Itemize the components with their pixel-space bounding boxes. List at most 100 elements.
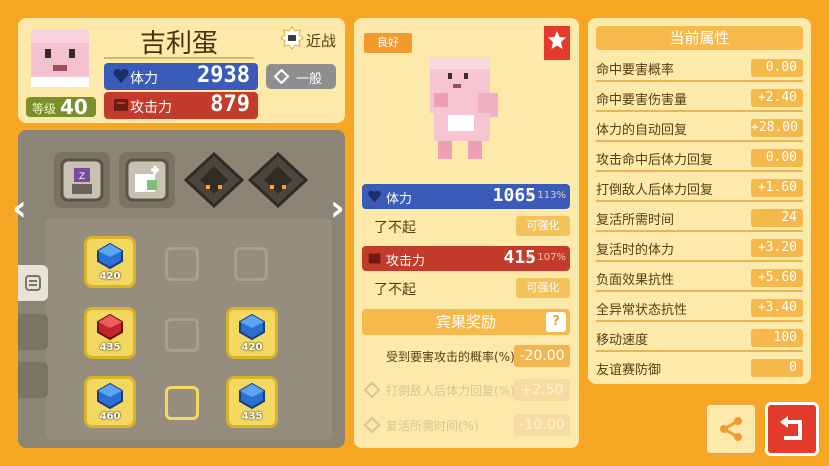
- attribute-row: 移动速度 100: [596, 326, 803, 352]
- favorite-star-icon[interactable]: [544, 26, 570, 60]
- atk-stat: 攻击力 879: [104, 92, 258, 119]
- power-stone[interactable]: 420: [226, 307, 278, 359]
- atk-label: 攻击力: [130, 100, 172, 116]
- hp-stone-icon: [239, 314, 265, 340]
- skill-slot-2[interactable]: [119, 152, 175, 208]
- hp-stone-icon: [239, 383, 265, 409]
- attribute-value: 100: [751, 329, 803, 347]
- bingo-bonus-title: 宾果奖励: [435, 313, 496, 331]
- stone-value: 435: [99, 342, 121, 353]
- level-label: 等级: [32, 102, 57, 116]
- attribute-label: 移动速度: [596, 333, 649, 348]
- attribute-row: 命中要害伤害量 +2.40: [596, 86, 803, 112]
- side-slot-1: [18, 314, 48, 350]
- attribute-value: +2.40: [751, 89, 803, 107]
- stone-atk-percent: × 107%: [525, 252, 566, 263]
- share-icon: [720, 417, 742, 441]
- attribute-value: +5.60: [751, 269, 803, 287]
- hp-stone-icon: [97, 243, 123, 269]
- skill-slot-1[interactable]: Z: [54, 152, 110, 208]
- empty-fist-slot[interactable]: [234, 247, 268, 281]
- empty-heart-slot[interactable]: [165, 318, 199, 352]
- sleep-skill-icon: Z: [60, 158, 104, 202]
- empty-heart-slot[interactable]: [165, 247, 199, 281]
- attribute-row: 复活所需时间 24: [596, 206, 803, 232]
- svg-text:Z: Z: [79, 172, 85, 182]
- atk-stone-icon: [97, 314, 123, 340]
- attribute-label: 命中要害伤害量: [596, 93, 688, 108]
- bonus-row: 打倒敌人后体力回复(%) +2.50: [362, 376, 570, 402]
- stone-value: 460: [99, 411, 121, 422]
- diamond-icon: [363, 381, 381, 399]
- help-icon[interactable]: ?: [546, 312, 566, 332]
- pokemon-header: 等级 40 吉利蛋 近战 体力 2938 攻击力 879 一般: [18, 18, 345, 123]
- attribute-label: 负面效果抗性: [596, 273, 675, 288]
- hp-value: 2938: [197, 63, 250, 88]
- diamond-icon: [274, 69, 289, 84]
- type-label: 一般: [296, 72, 323, 87]
- level-badge: 等级 40: [26, 95, 96, 119]
- heart-icon: [113, 68, 129, 83]
- attribute-value: 0.00: [751, 149, 803, 167]
- range-label: 近战: [306, 32, 337, 50]
- pokemon-name: 吉利蛋: [104, 23, 254, 59]
- atk-rating: 了不起: [374, 282, 416, 298]
- attribute-label: 打倒敌人后体力回复: [596, 183, 714, 198]
- bonus-value: +2.50: [514, 379, 570, 401]
- stone-hp-label: 体力: [386, 192, 413, 207]
- power-stone[interactable]: 435: [84, 307, 136, 359]
- stone-value: 420: [241, 342, 263, 353]
- pokemon-model: [430, 57, 498, 159]
- hp-stat: 体力 2938: [104, 63, 258, 90]
- attribute-value: 24: [751, 209, 803, 227]
- pokemon-avatar: [31, 29, 89, 87]
- bonus-value: -20.00: [514, 345, 570, 367]
- attribute-label: 全异常状态抗性: [596, 303, 688, 318]
- stone-value: 435: [241, 411, 263, 422]
- hp-upgrade-button[interactable]: 可强化: [516, 216, 570, 236]
- attribute-label: 复活所需时间: [596, 213, 675, 228]
- attribute-value: 0.00: [751, 59, 803, 77]
- stone-atk-label: 攻击力: [386, 254, 426, 269]
- share-button[interactable]: [704, 402, 758, 456]
- attribute-label: 复活时的体力: [596, 243, 675, 258]
- attribute-value: +3.20: [751, 239, 803, 257]
- back-button[interactable]: [765, 402, 819, 456]
- hp-rating-row: 了不起 可强化: [362, 216, 570, 238]
- type-badge: 一般: [266, 64, 336, 89]
- hp-label: 体力: [130, 71, 158, 87]
- heal-skill-icon: [125, 158, 169, 202]
- star-icon: [548, 31, 566, 49]
- attribute-value: +3.40: [751, 299, 803, 317]
- atk-rating-row: 了不起 可强化: [362, 278, 570, 300]
- stone-hp-bar: 体力 1065 × 113%: [362, 184, 570, 209]
- stone-value: 420: [99, 271, 121, 282]
- attribute-label: 命中要害概率: [596, 63, 675, 78]
- attribute-value: 0: [751, 359, 803, 377]
- atk-upgrade-button[interactable]: 可强化: [516, 278, 570, 298]
- attribute-label: 体力的自动回复: [596, 123, 688, 138]
- attribute-label: 攻击命中后体力回复: [596, 153, 714, 168]
- attribute-row: 复活时的体力 +3.20: [596, 236, 803, 262]
- next-arrow[interactable]: ›: [330, 188, 345, 229]
- attribute-row: 友谊赛防御 0: [596, 356, 803, 382]
- power-stone[interactable]: 460: [84, 376, 136, 428]
- level-value: 40: [60, 95, 88, 119]
- attribute-row: 全异常状态抗性 +3.40: [596, 296, 803, 322]
- bonus-row: 受到要害攻击的概率(%) -20.00: [362, 342, 570, 368]
- locked-slot-2: [248, 152, 308, 208]
- prev-arrow[interactable]: ‹: [12, 188, 27, 229]
- hp-rating: 了不起: [374, 220, 416, 236]
- attribute-row: 命中要害概率 0.00: [596, 56, 803, 82]
- attribute-label: 友谊赛防御: [596, 363, 662, 378]
- stone-hp-percent: × 113%: [525, 190, 566, 201]
- fist-icon: [114, 99, 128, 111]
- bonus-label: 受到要害攻击的概率(%): [386, 350, 515, 364]
- selected-empty-slot[interactable]: [165, 386, 199, 420]
- bonus-label: 打倒敌人后体力回复(%): [386, 384, 515, 398]
- power-stone[interactable]: 420: [84, 236, 136, 288]
- power-stone[interactable]: 435: [226, 376, 278, 428]
- attributes-panel: 当前属性 命中要害概率 0.00 命中要害伤害量 +2.40 体力的自动回复 +28.…: [588, 18, 811, 384]
- toggle-view-button[interactable]: [18, 265, 48, 301]
- attribute-row: 打倒敌人后体力回复 +1.60: [596, 176, 803, 202]
